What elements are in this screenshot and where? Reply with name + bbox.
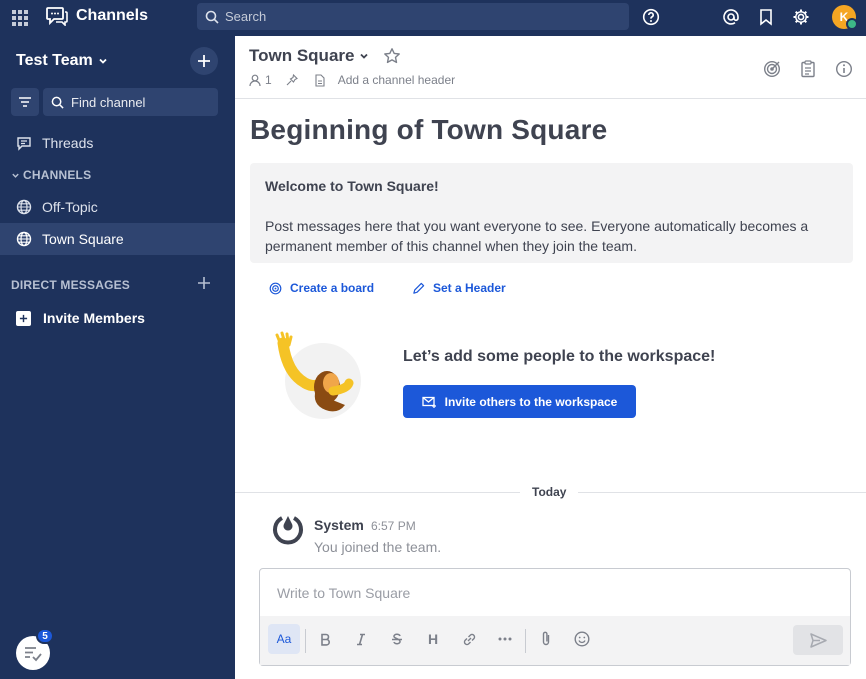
- send-icon: [809, 632, 827, 648]
- channel-view: Town Square 1 Add a channel header Begin…: [235, 36, 866, 679]
- bold-icon[interactable]: [312, 626, 338, 652]
- file-icon[interactable]: [314, 73, 326, 87]
- send-button[interactable]: [793, 625, 843, 655]
- post-timestamp[interactable]: 6:57 PM: [371, 519, 416, 533]
- globe-icon: [16, 231, 32, 247]
- channels-section-header[interactable]: CHANNELS: [11, 168, 91, 182]
- boards-target-icon: [269, 282, 282, 294]
- set-header-label: Set a Header: [433, 281, 506, 295]
- chevron-down-icon: [99, 58, 107, 64]
- attachment-icon[interactable]: [533, 626, 559, 652]
- playbooks-clipboard-icon[interactable]: [799, 60, 817, 78]
- waving-person-illustration: [275, 331, 361, 419]
- team-name: Test Team: [16, 52, 93, 69]
- channels-icon: [46, 7, 68, 26]
- filter-icon: [19, 97, 31, 107]
- global-header: Channels Search K: [0, 0, 866, 36]
- search-icon: [51, 96, 64, 109]
- link-icon[interactable]: [456, 626, 482, 652]
- team-menu-button[interactable]: Test Team: [16, 52, 109, 70]
- invite-members-label: Invite Members: [43, 310, 145, 326]
- toolbar-divider: [525, 629, 526, 653]
- sidebar-item-label: Threads: [42, 135, 94, 151]
- sidebar-item-label: Off-Topic: [42, 199, 98, 215]
- help-icon[interactable]: [642, 8, 660, 26]
- add-channel-button[interactable]: [190, 47, 218, 75]
- pencil-icon: [413, 282, 425, 294]
- plus-icon: [198, 55, 210, 67]
- invite-others-button[interactable]: Invite others to the workspace: [403, 385, 636, 418]
- search-icon: [205, 10, 219, 24]
- invite-members-button[interactable]: Invite Members: [16, 310, 145, 326]
- system-avatar-icon: [272, 513, 304, 545]
- sidebar-item-town-square[interactable]: Town Square: [0, 223, 235, 255]
- product-brand: Channels: [46, 6, 148, 26]
- channel-name: Town Square: [249, 46, 355, 65]
- post-author[interactable]: System: [314, 517, 364, 533]
- mentions-icon[interactable]: [722, 8, 740, 26]
- channel-filter-button[interactable]: [11, 88, 39, 116]
- sidebar-item-threads[interactable]: Threads: [0, 127, 235, 159]
- globe-icon: [16, 199, 32, 215]
- invite-others-label: Invite others to the workspace: [444, 394, 618, 409]
- channel-header: Town Square 1 Add a channel header: [235, 36, 866, 99]
- invite-heading: Let’s add some people to the workspace!: [403, 348, 716, 365]
- formatting-toggle-button[interactable]: Aa: [268, 624, 300, 654]
- strikethrough-icon[interactable]: [384, 626, 410, 652]
- favorite-star-icon[interactable]: [383, 47, 401, 65]
- toolbar-divider: [305, 629, 306, 653]
- plus-box-icon: [16, 310, 31, 326]
- channel-intro-title: Beginning of Town Square: [250, 114, 608, 145]
- chevron-down-icon: [12, 173, 19, 178]
- notification-count-badge: 5: [36, 628, 54, 644]
- add-direct-message-icon[interactable]: [197, 276, 211, 290]
- chevron-down-icon: [360, 53, 369, 59]
- create-board-label: Create a board: [290, 281, 375, 295]
- boards-target-icon[interactable]: [763, 60, 781, 78]
- channel-welcome-box: Welcome to Town Square! Post messages he…: [250, 163, 853, 263]
- online-status-icon: [846, 18, 858, 30]
- settings-gear-icon[interactable]: [792, 8, 810, 26]
- sidebar-item-off-topic[interactable]: Off-Topic: [0, 191, 235, 223]
- formatting-bar: Aa H: [260, 616, 850, 665]
- section-label: DIRECT MESSAGES: [11, 278, 131, 292]
- welcome-body: Post messages here that you want everyon…: [265, 218, 809, 254]
- emoji-icon[interactable]: [569, 626, 595, 652]
- post-message: You joined the team.: [314, 539, 442, 555]
- direct-messages-section-header[interactable]: DIRECT MESSAGES: [11, 278, 130, 292]
- welcome-title: Welcome to Town Square!: [265, 178, 439, 194]
- date-separator-label: Today: [520, 485, 579, 499]
- search-box[interactable]: Search: [197, 3, 629, 30]
- threads-icon: [17, 137, 31, 151]
- product-title: Channels: [76, 7, 149, 24]
- find-channel-button[interactable]: Find channel: [43, 88, 218, 116]
- sidebar-item-label: Town Square: [42, 231, 124, 247]
- channel-name-menu-button[interactable]: Town Square: [249, 46, 370, 66]
- channel-meta: 1 Add a channel header: [249, 73, 455, 87]
- search-placeholder: Search: [225, 9, 267, 24]
- italic-icon[interactable]: [348, 626, 374, 652]
- member-icon[interactable]: [249, 74, 261, 87]
- message-composer[interactable]: Write to Town Square Aa H: [259, 568, 851, 666]
- checklist-icon: [25, 647, 42, 662]
- invite-envelope-icon: [421, 396, 436, 408]
- section-label: CHANNELS: [23, 168, 92, 182]
- add-channel-header-link[interactable]: Add a channel header: [338, 73, 455, 87]
- member-count[interactable]: 1: [265, 73, 272, 87]
- more-formatting-icon[interactable]: [492, 626, 518, 652]
- set-header-link[interactable]: Set a Header: [412, 281, 506, 295]
- pin-icon[interactable]: [286, 74, 298, 86]
- create-board-link[interactable]: Create a board: [269, 281, 374, 295]
- find-channel-label: Find channel: [71, 94, 146, 110]
- heading-button[interactable]: H: [420, 626, 446, 652]
- sidebar: Test Team Find channel Threads CHANNELS: [0, 36, 235, 679]
- product-switcher-icon[interactable]: [11, 9, 29, 27]
- saved-messages-icon[interactable]: [757, 8, 775, 26]
- channel-info-icon[interactable]: [835, 60, 853, 78]
- message-input[interactable]: Write to Town Square: [277, 585, 410, 601]
